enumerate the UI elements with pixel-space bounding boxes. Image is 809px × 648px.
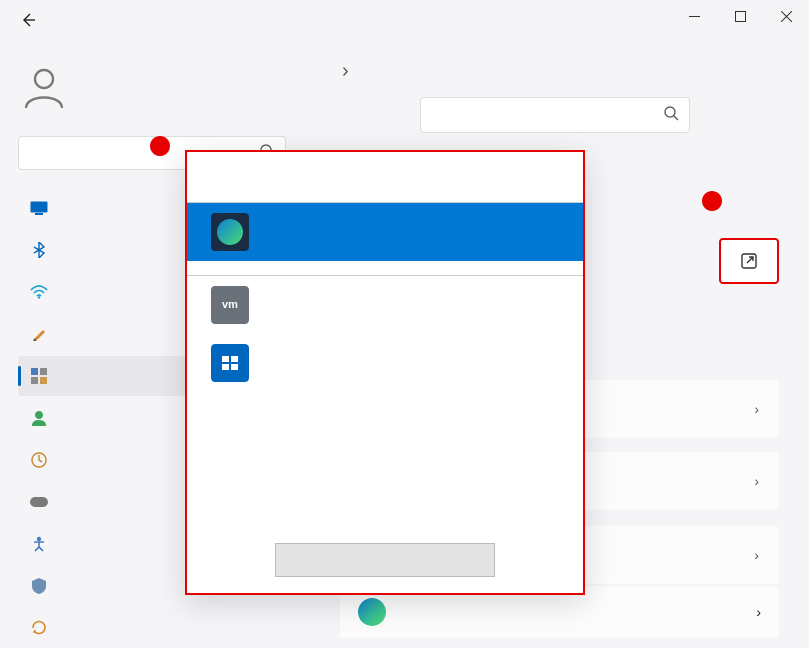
more-apps-link[interactable] [187,392,583,412]
user-block[interactable] [18,40,286,136]
wifi-icon [30,283,48,301]
window-controls [671,0,809,32]
globe-clock-icon [30,451,48,469]
chevron-right-icon: › [754,401,759,417]
apps-icon [30,367,48,385]
open-with-dialog: vm [185,150,585,595]
display-icon [30,199,48,217]
vm-icon: vm [211,286,249,324]
ok-button[interactable] [275,543,495,577]
person-icon [20,62,68,110]
maximize-button[interactable] [717,0,763,32]
close-button[interactable] [763,0,809,32]
search-icon [664,106,679,124]
chevron-right-icon: › [342,60,349,83]
app-option-host[interactable]: vm [187,276,583,334]
person-icon [30,409,48,427]
shield-icon [30,577,48,595]
arrow-left-icon [20,12,36,28]
open-externally-button[interactable] [719,238,779,284]
chevron-right-icon: › [756,604,761,620]
update-icon [30,619,48,637]
close-icon [781,11,792,22]
maximize-icon [735,11,746,22]
open-external-icon [740,252,758,270]
annotation-badge-1 [702,191,722,211]
settings-window: › [0,0,809,638]
edge-icon [358,598,386,626]
bluetooth-icon [30,241,48,259]
breadcrumb: › [330,60,779,83]
brush-icon [30,325,48,343]
back-button[interactable] [12,4,44,36]
app-option-edge[interactable] [187,203,583,261]
sidebar-item-update[interactable] [18,608,286,648]
filetype-search[interactable] [420,97,690,133]
dialog-section-other [187,267,583,276]
chevron-right-icon: › [754,473,759,489]
titlebar [0,0,809,40]
edge-icon [211,213,249,251]
store-icon [211,344,249,382]
accessibility-icon [30,535,48,553]
app-option-store[interactable] [187,334,583,392]
chevron-right-icon: › [754,547,759,563]
minimize-icon [689,11,700,22]
gamepad-icon [30,493,48,511]
dialog-section-continue [187,194,583,203]
annotation-badge-2 [150,136,170,156]
minimize-button[interactable] [671,0,717,32]
avatar [18,60,70,112]
